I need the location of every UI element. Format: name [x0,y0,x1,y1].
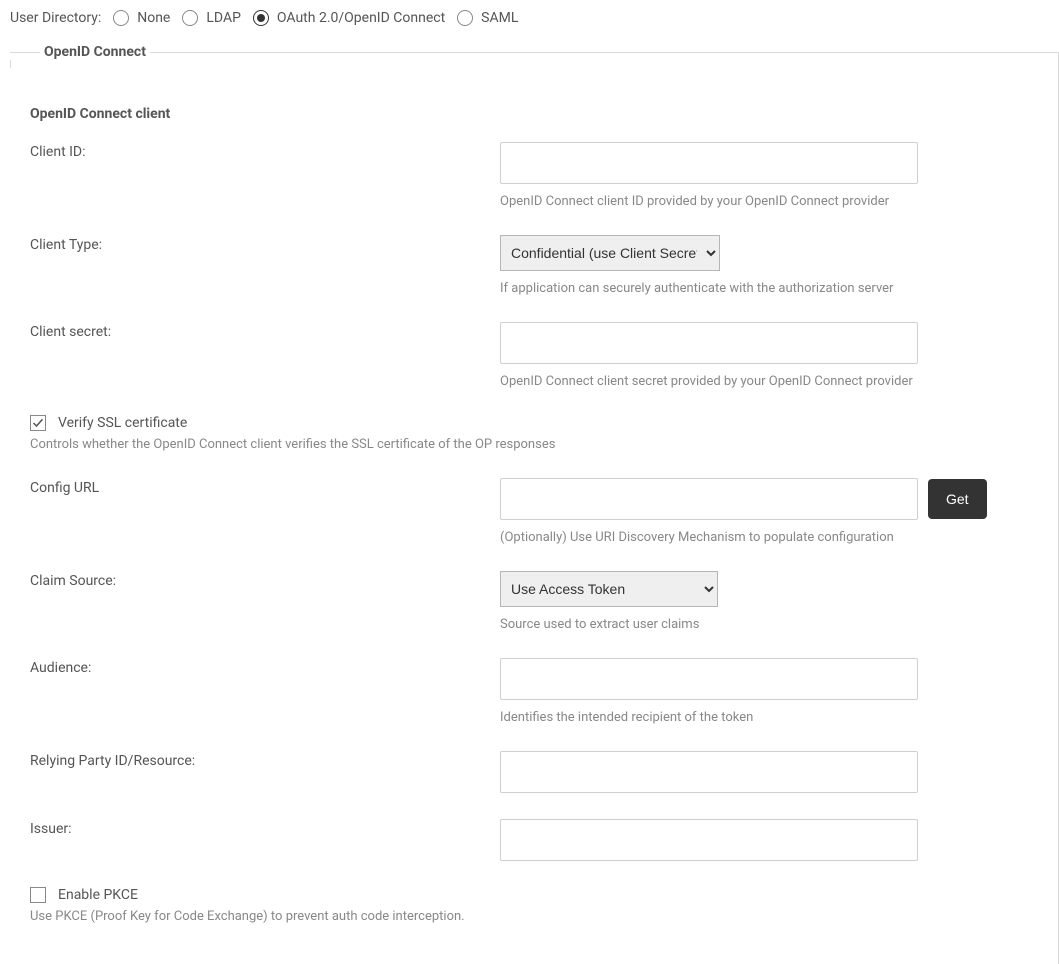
row-audience: Audience: Identifies the intended recipi… [30,658,1038,725]
client-id-input[interactable] [500,142,918,184]
config-url-label: Config URL [30,478,500,496]
issuer-label: Issuer: [30,819,500,837]
enable-pkce-label: Enable PKCE [58,887,138,903]
radio-option-oidc[interactable]: OAuth 2.0/OpenID Connect [253,10,445,26]
audience-help: Identifies the intended recipient of the… [500,710,753,725]
radio-icon [457,10,473,26]
row-relying-party: Relying Party ID/Resource: [30,751,1038,793]
claim-source-help: Source used to extract user claims [500,617,699,632]
section-title: OpenID Connect client [30,106,1038,122]
row-client-secret: Client secret: OpenID Connect client sec… [30,322,1038,389]
client-secret-label: Client secret: [30,322,500,340]
radio-label: LDAP [206,10,241,26]
client-type-help: If application can securely authenticate… [500,281,893,296]
config-url-input[interactable] [500,478,918,520]
client-secret-input[interactable] [500,322,918,364]
radio-label: None [137,10,170,26]
row-config-url: Config URL Get (Optionally) Use URI Disc… [30,478,1038,545]
audience-input[interactable] [500,658,918,700]
enable-pkce-help: Use PKCE (Proof Key for Code Exchange) t… [30,909,1038,924]
fieldset-legend: OpenID Connect [40,44,150,60]
client-secret-help: OpenID Connect client secret provided by… [500,374,913,389]
radio-icon [182,10,198,26]
config-url-help: (Optionally) Use URI Discovery Mechanism… [500,530,894,545]
radio-label: SAML [481,10,518,26]
client-id-help: OpenID Connect client ID provided by you… [500,194,889,209]
verify-ssl-checkbox[interactable] [30,415,46,431]
enable-pkce-checkbox[interactable] [30,887,46,903]
issuer-input[interactable] [500,819,918,861]
row-client-id: Client ID: OpenID Connect client ID prov… [30,142,1038,209]
radio-option-ldap[interactable]: LDAP [182,10,241,26]
radio-option-none[interactable]: None [113,10,170,26]
client-type-label: Client Type: [30,235,500,253]
relying-party-input[interactable] [500,751,918,793]
verify-ssl-label: Verify SSL certificate [58,415,187,431]
radio-icon [113,10,129,26]
claim-source-select[interactable]: Use Access Token [500,571,718,607]
row-client-type: Client Type: Confidential (use Client Se… [30,235,1038,296]
row-verify-ssl: Verify SSL certificate [30,415,1038,431]
client-type-select[interactable]: Confidential (use Client Secret) [500,235,720,271]
radio-label: OAuth 2.0/OpenID Connect [277,10,445,26]
user-directory-label: User Directory: [10,10,101,26]
get-button[interactable]: Get [928,479,987,519]
radio-option-saml[interactable]: SAML [457,10,518,26]
row-claim-source: Claim Source: Use Access Token Source us… [30,571,1038,632]
user-directory-radio-group: User Directory: None LDAP OAuth 2.0/Open… [10,10,1059,26]
row-issuer: Issuer: [30,819,1038,861]
relying-party-label: Relying Party ID/Resource: [30,751,500,769]
audience-label: Audience: [30,658,500,676]
check-icon [32,417,44,429]
client-id-label: Client ID: [30,142,500,160]
row-enable-pkce: Enable PKCE [30,887,1038,903]
radio-icon [253,10,269,26]
claim-source-label: Claim Source: [30,571,500,589]
verify-ssl-help: Controls whether the OpenID Connect clie… [30,437,1038,452]
openid-connect-fieldset: OpenID Connect OpenID Connect client Cli… [10,44,1059,964]
